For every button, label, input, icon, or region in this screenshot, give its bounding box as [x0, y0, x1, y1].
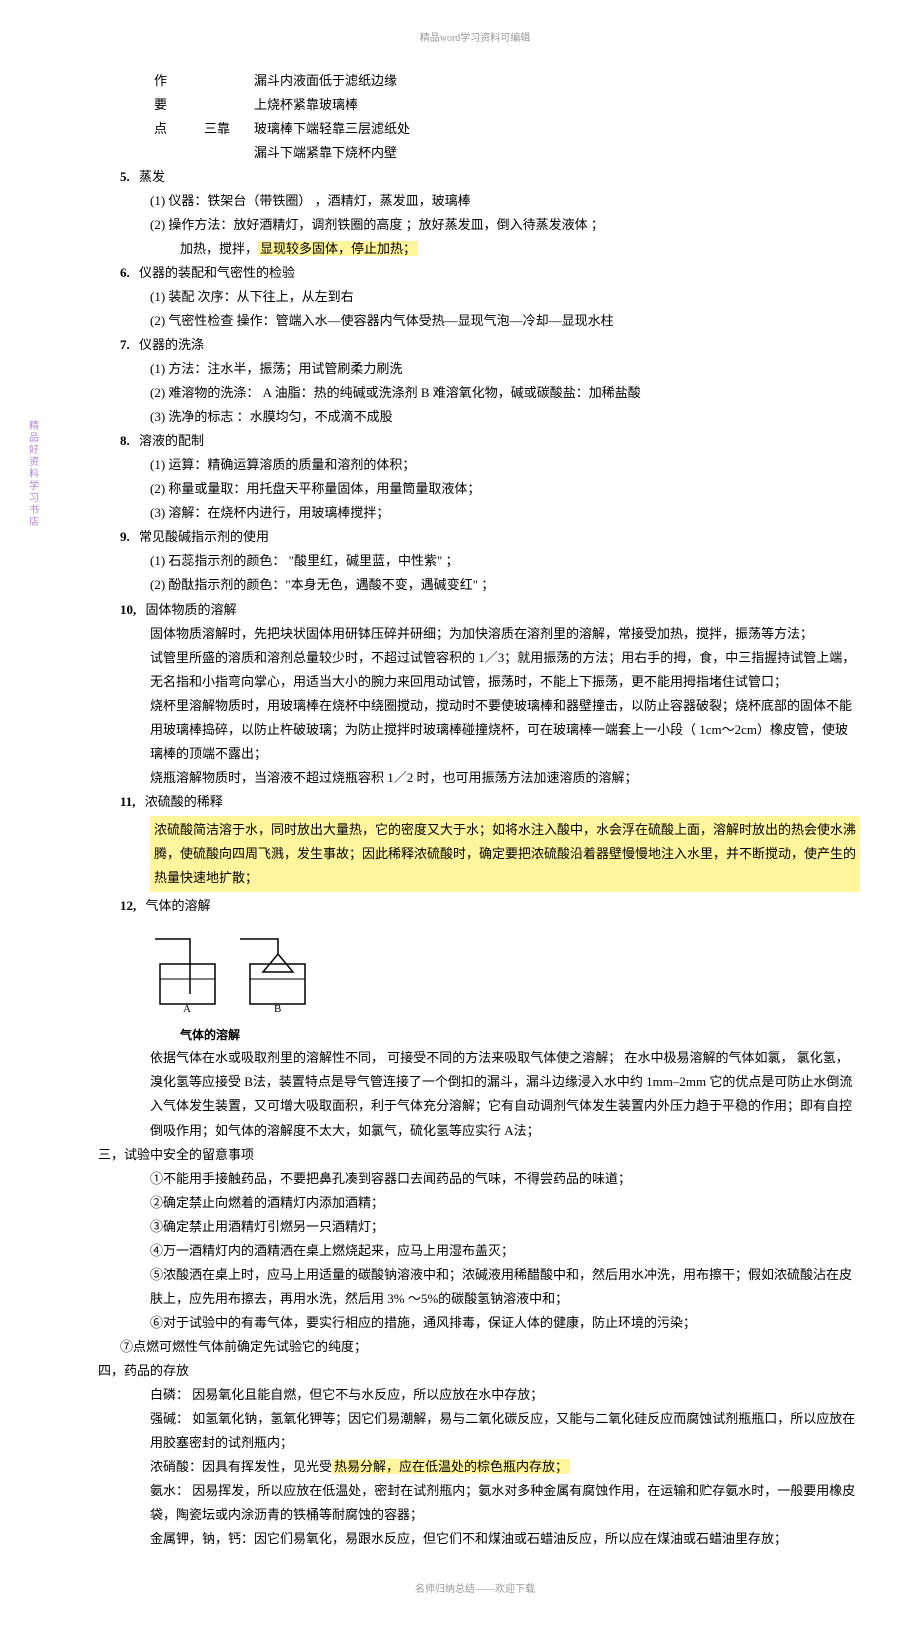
bullet: ⑤浓酸洒在桌上时，应马上用适量的碳酸钠溶液中和；浓碱液用稀醋酸中和，然后用水冲洗…	[150, 1263, 860, 1311]
item-5: 5. 蒸发	[120, 165, 860, 189]
storage-line: 白磷： 因易氧化且能自燃，但它不与水反应，所以应放在水中存放；	[150, 1383, 860, 1407]
svg-text:B: B	[274, 1003, 281, 1014]
highlight: 显现较多固体，停止加热；	[258, 241, 418, 256]
bullet: ①不能用手接触药品，不要把鼻孔凑到容器口去闻药品的气味，不得尝药品的味道；	[150, 1167, 860, 1191]
item-6: 6. 仪器的装配和气密性的检验	[120, 261, 860, 285]
cell: 漏斗内液面低于滤纸边缘	[250, 69, 860, 93]
side-watermark: 精品好资料学习书店	[22, 420, 41, 528]
sub-line: (2) 酚酞指示剂的颜色："本身无色，遇酸不变，遇碱变红" ；	[150, 573, 860, 597]
item-9: 9. 常见酸碱指示剂的使用	[120, 525, 860, 549]
page-footer: 名师归纳总结——欢迎下载	[90, 1581, 860, 1600]
cell	[200, 69, 250, 93]
item-title: 常见酸碱指示剂的使用	[139, 529, 269, 544]
requirement-table: 作 漏斗内液面低于滤纸边缘 要 上烧杯紧靠玻璃棒 点 三靠 玻璃棒下端轻靠三层滤…	[150, 69, 860, 165]
cell	[150, 141, 200, 165]
page-header: 精品word学习资料可编辑	[90, 30, 860, 49]
sub-line: (2) 称量或量取：用托盘天平称量固体，用量筒量取液体；	[150, 477, 860, 501]
bullet: ②确定禁止向燃着的酒精灯内添加酒精；	[150, 1191, 860, 1215]
cell: 玻璃棒下端轻靠三层滤纸处	[250, 117, 860, 141]
item-11: 11, 浓硫酸的稀释	[120, 790, 860, 814]
sub-line: (1) 仪器：铁架台（带铁圈） ，酒精灯，蒸发皿，玻璃棒	[150, 189, 860, 213]
item-number: 11,	[120, 794, 136, 809]
storage-line: 浓硝酸：因具有挥发性，见光受热易分解，应在低温处的棕色瓶内存放；	[150, 1455, 860, 1479]
text: 浓硝酸：因具有挥发性，见光受	[150, 1459, 332, 1474]
sub-line: 加热，搅拌，显现较多固体，停止加热；	[180, 237, 860, 261]
section-4-head: 四，药品的存放	[98, 1359, 860, 1383]
bullet: ⑦点燃可燃性气体前确定先试验它的纯度；	[120, 1335, 860, 1359]
paragraph: 烧瓶溶解物质时，当溶液不超过烧瓶容积 1／2 时，也可用振荡方法加速溶质的溶解；	[150, 766, 860, 790]
sub-line: (3) 溶解：在烧杯内进行，用玻璃棒搅拌；	[150, 501, 860, 525]
item-title: 浓硫酸的稀释	[145, 794, 223, 809]
cell: 点	[150, 117, 200, 141]
item-number: 7.	[120, 337, 130, 352]
item-title: 气体的溶解	[146, 898, 211, 913]
sub-line: (2) 难溶物的洗涤： A 油脂：热的纯碱或洗涤剂 B 难溶氧化物，碱或碳酸盐：…	[150, 381, 860, 405]
sub-line: (1) 运算：精确运算溶质的质量和溶剂的体积；	[150, 453, 860, 477]
item-title: 仪器的装配和气密性的检验	[139, 265, 295, 280]
svg-text:A: A	[183, 1003, 191, 1014]
sub-line: (2) 操作方法：放好酒精灯，调剂铁圈的高度 ；放好蒸发皿，倒入待蒸发液体 ；	[150, 213, 860, 237]
cell: 上烧杯紧靠玻璃棒	[250, 93, 860, 117]
cell: 漏斗下端紧靠下烧杯内壁	[250, 141, 860, 165]
item-10: 10, 固体物质的溶解	[120, 598, 860, 622]
paragraph-highlight: 浓硫酸简洁溶于水，同时放出大量热，它的密度又大于水；如将水注入酸中，水会浮在硫酸…	[150, 816, 860, 892]
item-number: 6.	[120, 265, 130, 280]
item-number: 10,	[120, 602, 136, 617]
sub-line: (2) 气密性检查 操作：管端入水—使容器内气体受热—显现气泡—冷却—显现水柱	[150, 309, 860, 333]
paragraph: 固体物质溶解时，先把块状固体用研钵压碎并研细；为加快溶质在溶剂里的溶解，常接受加…	[150, 622, 860, 646]
section-3-head: 三，试验中安全的留意事项	[98, 1143, 860, 1167]
highlight-block: 浓硫酸简洁溶于水，同时放出大量热，它的密度又大于水；如将水注入酸中，水会浮在硫酸…	[150, 816, 860, 892]
sub-line: (1) 装配 次序：从下往上，从左到右	[150, 285, 860, 309]
storage-line: 氨水： 因易挥发，所以应放在低温处，密封在试剂瓶内；氨水对多种金属有腐蚀作用，在…	[150, 1479, 860, 1527]
gas-dissolve-diagram: A B	[150, 924, 330, 1014]
sub-line: (1) 石蕊指示剂的颜色： "酸里红，碱里蓝，中性紫" ；	[150, 549, 860, 573]
cell: 要	[150, 93, 200, 117]
item-number: 8.	[120, 433, 130, 448]
cell: 作	[150, 69, 200, 93]
text: 加热，搅拌，	[180, 241, 258, 256]
item-12: 12, 气体的溶解	[120, 894, 860, 918]
highlight: 热易分解，应在低温处的棕色瓶内存放；	[332, 1459, 570, 1474]
item-8: 8. 溶液的配制	[120, 429, 860, 453]
cell	[200, 141, 250, 165]
item-number: 9.	[120, 529, 130, 544]
item-number: 5.	[120, 169, 130, 184]
cell: 三靠	[200, 117, 250, 141]
bullet: ③确定禁止用酒精灯引燃另一只酒精灯；	[150, 1215, 860, 1239]
item-7: 7. 仪器的洗涤	[120, 333, 860, 357]
paragraph: 试管里所盛的溶质和溶剂总量较少时，不超过试管容积的 1／3；就用振荡的方法；用右…	[150, 646, 860, 694]
sub-line: (1) 方法：注水半，振荡；用试管刷柔力刷洗	[150, 357, 860, 381]
bullet: ⑥对于试验中的有毒气体，要实行相应的措施，通风排毒，保证人体的健康，防止环境的污…	[150, 1311, 860, 1335]
bullet: ④万一酒精灯内的酒精洒在桌上燃烧起来，应马上用湿布盖灭；	[150, 1239, 860, 1263]
paragraph: 依据气体在水或吸取剂里的溶解性不同， 可接受不同的方法来吸取气体使之溶解； 在水…	[150, 1046, 860, 1142]
item-number: 12,	[120, 898, 136, 913]
item-title: 溶液的配制	[139, 433, 204, 448]
storage-line: 强碱： 如氢氧化钠，氢氧化钾等；因它们易潮解，易与二氧化碳反应，又能与二氧化硅反…	[150, 1407, 860, 1455]
storage-line: 金属钾，钠，钙：因它们易氧化，易跟水反应，但它们不和煤油或石蜡油反应，所以应在煤…	[150, 1527, 860, 1551]
item-title: 固体物质的溶解	[146, 602, 237, 617]
sub-line: (3) 洗净的标志 ：水膜均匀，不成滴不成股	[150, 405, 860, 429]
item-title: 仪器的洗涤	[139, 337, 204, 352]
paragraph: 烧杯里溶解物质时，用玻璃棒在烧杯中绕圈搅动，搅动时不要使玻璃棒和器壁撞击，以防止…	[150, 694, 860, 766]
cell	[200, 93, 250, 117]
item-title: 蒸发	[139, 169, 165, 184]
diagram-caption: 气体的溶解	[180, 1024, 860, 1046]
